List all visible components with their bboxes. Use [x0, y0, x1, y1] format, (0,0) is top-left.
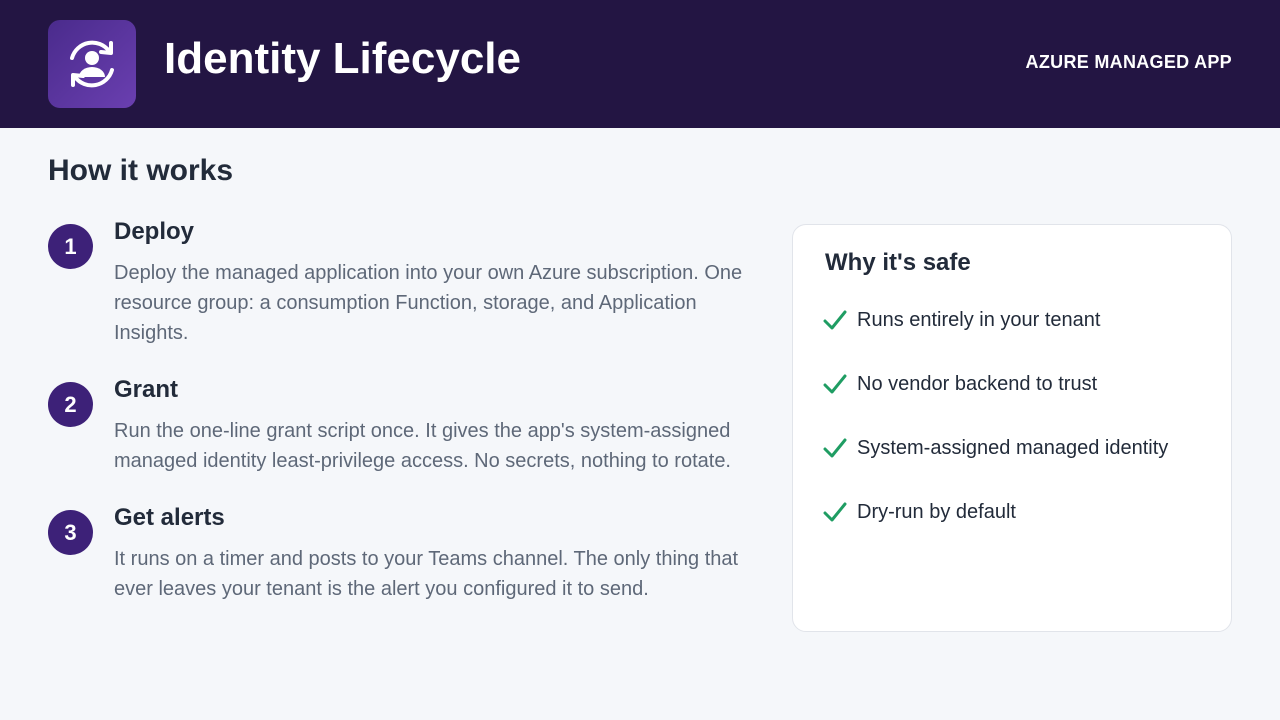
section-title: How it works — [48, 154, 234, 187]
step-title: Get alerts — [114, 504, 225, 531]
safety-item-label: System-assigned managed identity — [857, 437, 1169, 459]
step-title: Deploy — [114, 218, 195, 245]
safety-item-label: Dry-run by default — [857, 501, 1016, 523]
check-icon — [823, 310, 847, 330]
step-number-badge: 2 — [48, 382, 93, 427]
step-description: Run the one-line grant script once. It g… — [114, 420, 731, 472]
safety-item: Dry-run by default — [823, 497, 1223, 527]
app-logo — [48, 20, 136, 108]
step-description: Deploy the managed application into your… — [114, 262, 743, 344]
card-title: Why it's safe — [825, 249, 971, 276]
safety-item: Runs entirely in your tenant — [823, 305, 1223, 335]
check-icon — [823, 502, 847, 522]
step-number-badge: 1 — [48, 224, 93, 269]
user-sync-icon — [70, 40, 114, 88]
step-title: Grant — [114, 376, 179, 403]
check-icon — [823, 438, 847, 458]
why-safe-card: Why it's safe Runs entirely in your tena… — [792, 224, 1232, 632]
safety-item-label: Runs entirely in your tenant — [857, 309, 1101, 331]
step-description: It runs on a timer and posts to your Tea… — [114, 548, 739, 600]
app-type-badge: AZURE MANAGED APP — [1025, 52, 1232, 72]
safety-item: No vendor backend to trust — [823, 369, 1223, 399]
step-number-badge: 3 — [48, 510, 93, 555]
app-header: Identity Lifecycle AZURE MANAGED APP — [0, 0, 1280, 128]
safety-item-label: No vendor backend to trust — [857, 373, 1098, 395]
check-icon — [823, 374, 847, 394]
safety-item: System-assigned managed identity — [823, 433, 1223, 463]
app-title: Identity Lifecycle — [164, 34, 522, 83]
